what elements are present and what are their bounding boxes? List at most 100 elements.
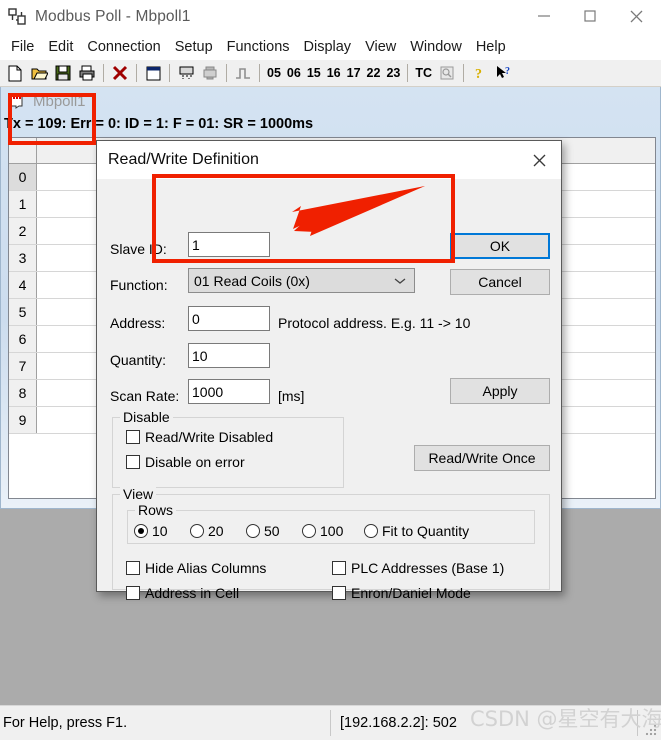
toolbar-separator bbox=[136, 64, 137, 82]
new-document-icon[interactable] bbox=[3, 62, 27, 85]
status-help-text: For Help, press F1. bbox=[3, 715, 128, 731]
statusbar: For Help, press F1. [192.168.2.2]: 502 bbox=[0, 705, 661, 740]
function-code-05[interactable]: 05 bbox=[264, 66, 284, 80]
rows-radio-fit-to-quantity[interactable]: Fit to Quantity bbox=[364, 523, 469, 539]
rows-radio-10[interactable]: 10 bbox=[134, 523, 168, 539]
function-select[interactable]: 01 Read Coils (0x) bbox=[188, 268, 415, 293]
function-code-15[interactable]: 15 bbox=[304, 66, 324, 80]
context-help-arrow-icon[interactable]: ? bbox=[492, 62, 516, 85]
window-icon[interactable] bbox=[141, 62, 165, 85]
quantity-input[interactable]: 10 bbox=[188, 343, 270, 368]
scan-rate-input[interactable]: 1000 bbox=[188, 379, 270, 404]
row-header-0[interactable]: 0 bbox=[9, 164, 37, 190]
address-hint: Protocol address. E.g. 11 -> 10 bbox=[278, 315, 471, 331]
row-header-1[interactable]: 1 bbox=[9, 191, 37, 217]
address-in-cell-checkbox[interactable]: Address in Cell bbox=[126, 585, 239, 601]
window-title: Modbus Poll - Mbpoll1 bbox=[35, 8, 191, 25]
tc-button[interactable]: TC bbox=[412, 66, 435, 80]
cancel-button[interactable]: Cancel bbox=[450, 269, 550, 295]
apply-button[interactable]: Apply bbox=[450, 378, 550, 404]
tc-window-icon[interactable] bbox=[435, 62, 459, 85]
dialog-title: Read/Write Definition bbox=[108, 151, 259, 168]
ok-button[interactable]: OK bbox=[450, 233, 550, 259]
mdi-child-title-text: Mbpoll1 bbox=[33, 92, 86, 110]
mbpoll-doc-icon bbox=[9, 93, 27, 109]
dialog-titlebar: Read/Write Definition bbox=[97, 141, 561, 179]
minimize-button[interactable] bbox=[521, 0, 567, 32]
function-code-22[interactable]: 22 bbox=[364, 66, 384, 80]
checkbox-label: Read/Write Disabled bbox=[145, 429, 274, 445]
hide-alias-columns-checkbox[interactable]: Hide Alias Columns bbox=[126, 560, 266, 576]
address-input[interactable]: 0 bbox=[188, 306, 270, 331]
read-write-once-button[interactable]: Read/Write Once bbox=[414, 445, 550, 471]
menubar: File Edit Connection Setup Functions Dis… bbox=[0, 34, 661, 60]
menu-edit[interactable]: Edit bbox=[41, 36, 80, 58]
status-separator bbox=[330, 710, 331, 736]
save-disk-icon[interactable] bbox=[51, 62, 75, 85]
print-icon[interactable] bbox=[75, 62, 99, 85]
menu-view[interactable]: View bbox=[358, 36, 403, 58]
checkbox-box bbox=[126, 455, 140, 469]
toolbar-separator bbox=[463, 64, 465, 82]
row-header-9[interactable]: 9 bbox=[9, 407, 37, 433]
checkbox-label: Hide Alias Columns bbox=[145, 560, 267, 576]
checkbox-box bbox=[126, 561, 140, 575]
toolbar-separator bbox=[169, 64, 170, 82]
menu-connection[interactable]: Connection bbox=[80, 36, 167, 58]
row-header-5[interactable]: 5 bbox=[9, 299, 37, 325]
mdi-child-titlebar: Mbpoll1 bbox=[1, 87, 660, 115]
row-header-2[interactable]: 2 bbox=[9, 218, 37, 244]
row-header-6[interactable]: 6 bbox=[9, 326, 37, 352]
status-separator bbox=[637, 710, 638, 736]
poll-icon[interactable] bbox=[198, 62, 222, 85]
status-connection-text: [192.168.2.2]: 502 bbox=[340, 715, 457, 731]
toolbar-separator bbox=[407, 64, 409, 82]
menu-functions[interactable]: Functions bbox=[220, 36, 297, 58]
menu-window[interactable]: Window bbox=[403, 36, 469, 58]
close-icon[interactable] bbox=[517, 141, 561, 179]
row-header-3[interactable]: 3 bbox=[9, 245, 37, 271]
enron-daniel-mode-checkbox[interactable]: Enron/Daniel Mode bbox=[332, 585, 471, 601]
read-write-disabled-checkbox[interactable]: Read/Write Disabled bbox=[126, 429, 273, 445]
menu-display[interactable]: Display bbox=[297, 36, 359, 58]
help-key-icon[interactable]: ? bbox=[468, 62, 492, 85]
delete-x-icon[interactable] bbox=[108, 62, 132, 85]
rows-radio-20[interactable]: 20 bbox=[190, 523, 224, 539]
checkbox-box bbox=[332, 561, 346, 575]
dialog-body: Slave ID: 1 Function: 01 Read Coils (0x)… bbox=[97, 179, 561, 601]
scan-rate-label: Scan Rate: bbox=[110, 388, 180, 404]
toolbar-separator bbox=[226, 64, 227, 82]
row-header-7[interactable]: 7 bbox=[9, 353, 37, 379]
checkbox-box bbox=[126, 430, 140, 444]
menu-file[interactable]: File bbox=[4, 36, 41, 58]
checkbox-label: Address in Cell bbox=[145, 585, 240, 601]
function-code-17[interactable]: 17 bbox=[344, 66, 364, 80]
disable-group: Disable bbox=[112, 409, 344, 488]
maximize-button[interactable] bbox=[567, 0, 613, 32]
disable-on-error-checkbox[interactable]: Disable on error bbox=[126, 454, 245, 470]
row-header-4[interactable]: 4 bbox=[9, 272, 37, 298]
signal-icon[interactable] bbox=[231, 62, 255, 85]
grid-corner-cell bbox=[9, 138, 37, 163]
rows-radio-100[interactable]: 100 bbox=[302, 523, 343, 539]
rows-group-title: Rows bbox=[135, 502, 177, 518]
function-code-23[interactable]: 23 bbox=[383, 66, 403, 80]
radio-circle bbox=[134, 524, 148, 538]
radio-circle bbox=[190, 524, 204, 538]
slave-id-input[interactable]: 1 bbox=[188, 232, 270, 257]
view-group-title: View bbox=[120, 486, 157, 502]
row-header-8[interactable]: 8 bbox=[9, 380, 37, 406]
menu-help[interactable]: Help bbox=[469, 36, 513, 58]
function-code-06[interactable]: 06 bbox=[284, 66, 304, 80]
read-write-definition-dialog[interactable]: Read/Write Definition Slave ID: 1 Functi… bbox=[96, 140, 562, 601]
plc-addresses-checkbox[interactable]: PLC Addresses (Base 1) bbox=[332, 560, 504, 576]
function-code-16[interactable]: 16 bbox=[324, 66, 344, 80]
menu-setup[interactable]: Setup bbox=[168, 36, 220, 58]
read-write-icon[interactable] bbox=[174, 62, 198, 85]
close-button[interactable] bbox=[613, 0, 659, 32]
checkbox-label: Disable on error bbox=[145, 454, 245, 470]
open-folder-icon[interactable] bbox=[27, 62, 51, 85]
rows-radio-50[interactable]: 50 bbox=[246, 523, 280, 539]
toolbar-separator bbox=[259, 64, 260, 82]
resize-grip[interactable] bbox=[644, 723, 658, 737]
